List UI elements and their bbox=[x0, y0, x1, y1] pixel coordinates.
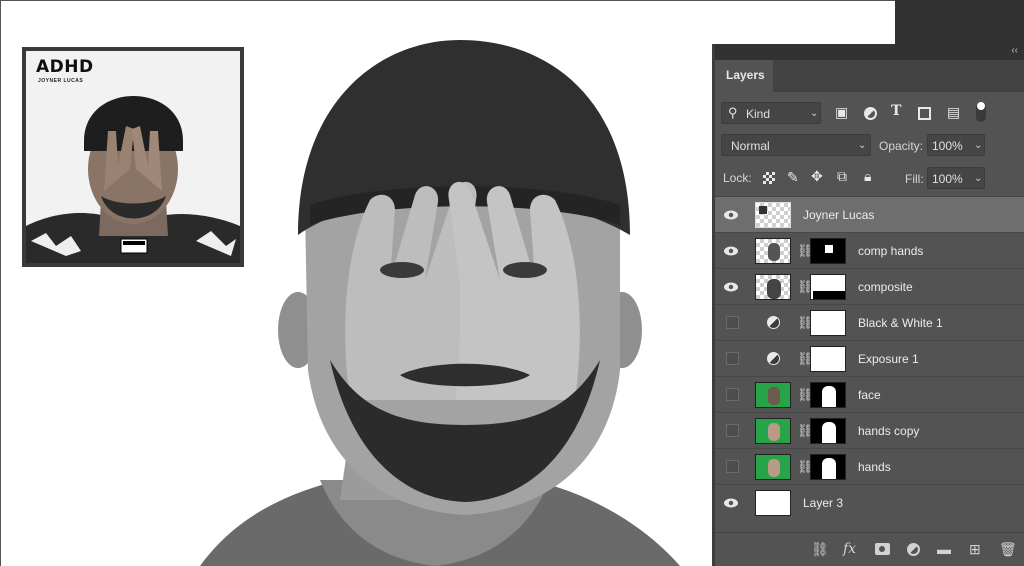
eye-icon[interactable] bbox=[723, 243, 739, 259]
layer-mask-thumbnail bbox=[810, 310, 846, 336]
layer-thumbnail bbox=[755, 202, 791, 228]
new-adjustment-icon[interactable] bbox=[907, 543, 920, 556]
chevron-down-icon: ⌄ bbox=[858, 140, 867, 151]
layer-mask-thumbnail bbox=[810, 418, 846, 444]
layer-row[interactable]: Layer 3 bbox=[715, 484, 1024, 520]
layer-thumbnail bbox=[755, 382, 791, 408]
trash-icon[interactable]: 🗑︎ bbox=[999, 541, 1017, 558]
fill-value: 100% bbox=[932, 172, 963, 186]
fx-icon[interactable]: fx bbox=[843, 541, 856, 557]
lock-artboard-icon[interactable]: ⧉ bbox=[837, 168, 847, 185]
filter-kind-select[interactable]: ⚲ Kind ⌄ bbox=[721, 102, 821, 124]
tab-layers[interactable]: Layers bbox=[715, 60, 773, 92]
layer-row[interactable]: ⛓ composite bbox=[715, 268, 1024, 304]
layer-name[interactable]: face bbox=[858, 388, 881, 402]
panel-footer: ⛓ fx ▬ ⊞ 🗑︎ bbox=[715, 532, 1024, 566]
canvas-border-left bbox=[0, 0, 1, 566]
layer-name[interactable]: composite bbox=[858, 280, 913, 294]
layer-thumbnail bbox=[755, 238, 791, 264]
layer-thumbnail bbox=[755, 274, 791, 300]
filter-toggle-icon[interactable] bbox=[976, 102, 986, 122]
lock-pixels-icon[interactable]: ✎ bbox=[787, 169, 799, 186]
layer-row[interactable]: Joyner Lucas bbox=[715, 196, 1024, 232]
filter-adjustment-icon[interactable] bbox=[864, 107, 877, 120]
new-layer-icon[interactable]: ⊞ bbox=[969, 541, 981, 558]
layer-mask-thumbnail bbox=[810, 238, 846, 264]
layer-thumbnail bbox=[755, 454, 791, 480]
fill-label: Fill: bbox=[905, 172, 924, 186]
fill-field[interactable]: 100% ⌄ bbox=[927, 167, 985, 189]
add-mask-icon[interactable] bbox=[875, 543, 890, 555]
adjustment-layer-icon bbox=[767, 352, 780, 365]
visibility-toggle[interactable] bbox=[726, 460, 739, 473]
lock-label: Lock: bbox=[723, 171, 752, 185]
visibility-toggle[interactable] bbox=[726, 352, 739, 365]
layer-name[interactable]: comp hands bbox=[858, 244, 923, 258]
chevron-down-icon: ⌄ bbox=[974, 140, 983, 151]
visibility-toggle[interactable] bbox=[726, 424, 739, 437]
reference-subtitle: JOYNER LUCAS bbox=[38, 78, 84, 84]
blend-mode-select[interactable]: Normal ⌄ bbox=[721, 134, 871, 156]
lock-transparent-icon[interactable] bbox=[763, 172, 775, 184]
visibility-toggle[interactable] bbox=[726, 316, 739, 329]
layer-row[interactable]: ⛓ comp hands bbox=[715, 232, 1024, 268]
layers-panel: ‹‹ Layers ⚲ Kind ⌄ ▣ T ▤ Normal ⌄ Opacit… bbox=[712, 44, 1024, 566]
eye-icon[interactable] bbox=[723, 279, 739, 295]
lock-position-icon[interactable]: ✥ bbox=[811, 168, 823, 185]
folder-icon[interactable]: ▬ bbox=[937, 541, 951, 557]
layer-mask-thumbnail bbox=[810, 274, 846, 300]
layer-name[interactable]: Exposure 1 bbox=[858, 352, 919, 366]
filter-shape-icon[interactable] bbox=[918, 107, 931, 120]
layer-name[interactable]: Layer 3 bbox=[803, 496, 843, 510]
workspace-background bbox=[895, 0, 1024, 44]
layer-row[interactable]: ⛓ hands bbox=[715, 448, 1024, 484]
visibility-toggle[interactable] bbox=[726, 388, 739, 401]
eye-icon[interactable] bbox=[723, 207, 739, 223]
layer-name[interactable]: hands copy bbox=[858, 424, 919, 438]
layer-mask-thumbnail bbox=[810, 382, 846, 408]
layer-row[interactable]: ⛓ face bbox=[715, 376, 1024, 412]
collapse-panel-icon[interactable]: ‹‹ bbox=[1011, 45, 1018, 56]
reference-title: ADHD bbox=[36, 57, 94, 77]
layer-thumbnail bbox=[755, 490, 791, 516]
layer-mask-thumbnail bbox=[810, 346, 846, 372]
chevron-down-icon: ⌄ bbox=[810, 108, 819, 119]
canvas-border bbox=[0, 0, 895, 1]
opacity-field[interactable]: 100% ⌄ bbox=[927, 134, 985, 156]
link-layers-icon[interactable]: ⛓ bbox=[811, 541, 829, 558]
opacity-value: 100% bbox=[932, 139, 963, 153]
chevron-down-icon: ⌄ bbox=[974, 173, 983, 184]
layer-row[interactable]: ⛓ Black & White 1 bbox=[715, 304, 1024, 340]
filter-pixel-icon[interactable]: ▣ bbox=[835, 104, 848, 121]
layer-mask-thumbnail bbox=[810, 454, 846, 480]
eye-icon[interactable] bbox=[723, 495, 739, 511]
layer-name[interactable]: Black & White 1 bbox=[858, 316, 943, 330]
layer-name[interactable]: hands bbox=[858, 460, 891, 474]
layer-row[interactable]: ⛓ hands copy bbox=[715, 412, 1024, 448]
panel-tabbar: Layers bbox=[715, 60, 1024, 92]
filter-kind-label: Kind bbox=[746, 107, 771, 121]
search-icon: ⚲ bbox=[728, 105, 738, 120]
filter-smart-object-icon[interactable]: ▤ bbox=[947, 104, 960, 121]
reference-image: ADHD JOYNER LUCAS bbox=[22, 47, 244, 267]
lock-all-icon[interactable]: 🔒︎ bbox=[864, 168, 871, 185]
main-photo bbox=[200, 40, 680, 566]
filter-type-icon[interactable]: T bbox=[891, 103, 901, 119]
layer-thumbnail bbox=[755, 418, 791, 444]
document-canvas[interactable]: ADHD JOYNER LUCAS bbox=[0, 0, 712, 566]
panel-header: ‹‹ bbox=[715, 44, 1024, 60]
opacity-label: Opacity: bbox=[879, 139, 924, 153]
blend-mode-value: Normal bbox=[731, 139, 770, 153]
layer-row[interactable]: ⛓ Exposure 1 bbox=[715, 340, 1024, 376]
adjustment-layer-icon bbox=[767, 316, 780, 329]
layer-name[interactable]: Joyner Lucas bbox=[803, 208, 874, 222]
